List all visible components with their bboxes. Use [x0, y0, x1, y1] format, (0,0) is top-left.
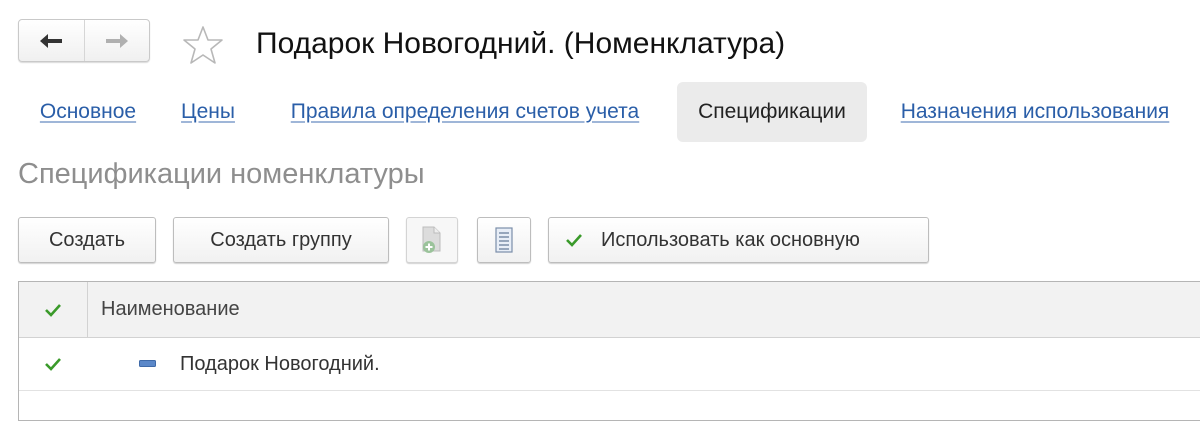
- checkmark-icon: [566, 234, 582, 247]
- section-title: Спецификации номенклатуры: [18, 158, 425, 190]
- tab-specifications[interactable]: Спецификации: [677, 82, 867, 142]
- checkmark-icon: [45, 358, 61, 371]
- back-button[interactable]: [19, 20, 84, 61]
- item-minus-icon: [139, 360, 156, 367]
- forward-button[interactable]: [83, 20, 150, 61]
- checkmark-icon: [45, 303, 61, 317]
- use-as-main-button[interactable]: Использовать как основную: [548, 217, 929, 263]
- table-row[interactable]: Подарок Новогодний.: [19, 338, 1200, 391]
- history-nav: [18, 19, 150, 62]
- list-icon: [495, 227, 513, 253]
- main-indicator: [19, 338, 87, 390]
- arrow-right-icon: [105, 33, 128, 48]
- tab-main[interactable]: Основное: [28, 82, 148, 142]
- use-as-main-label: Использовать как основную: [601, 228, 860, 251]
- tab-prices[interactable]: Цены: [168, 82, 248, 142]
- tab-bar: Основное Цены Правила определения счетов…: [0, 82, 1200, 142]
- star-icon[interactable]: [182, 24, 224, 66]
- page-title: Подарок Новогодний. (Номенклатура): [256, 27, 786, 60]
- specifications-table: Наименование Подарок Новогодний.: [18, 281, 1200, 421]
- tab-usage-purposes[interactable]: Назначения использования: [880, 82, 1190, 142]
- tab-accounting-rules[interactable]: Правила определения счетов учета: [266, 82, 664, 142]
- arrow-left-icon: [40, 33, 63, 48]
- main-column-header[interactable]: [19, 282, 88, 337]
- table-header: Наименование: [19, 282, 1200, 338]
- list-view-button[interactable]: [477, 217, 531, 263]
- add-copy-icon: [422, 226, 441, 253]
- name-column-header[interactable]: Наименование: [101, 282, 240, 337]
- copy-button[interactable]: [406, 217, 458, 263]
- create-button[interactable]: Создать: [18, 217, 156, 263]
- row-name: Подарок Новогодний.: [180, 353, 380, 375]
- create-group-button[interactable]: Создать группу: [173, 217, 389, 263]
